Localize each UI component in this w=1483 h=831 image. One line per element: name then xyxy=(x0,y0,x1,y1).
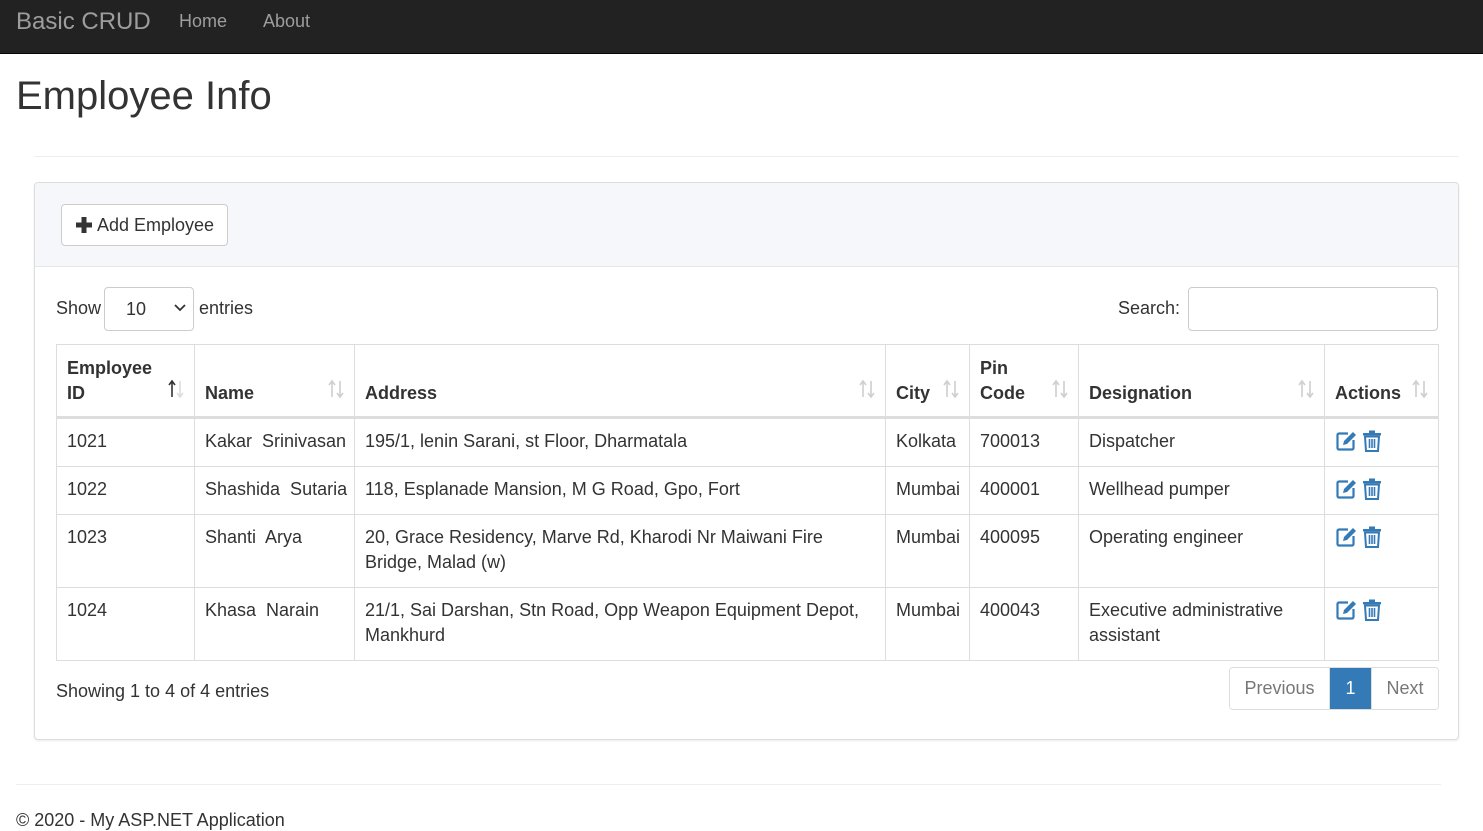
name-cell: Khasa Narain xyxy=(194,587,355,661)
navbar: Basic CRUD Home About xyxy=(0,0,1483,54)
column-header-city[interactable]: City xyxy=(885,344,970,419)
column-header-label: Name xyxy=(205,383,255,403)
chevron-down-icon xyxy=(174,304,186,312)
next-page-button[interactable]: Next xyxy=(1371,668,1438,709)
column-header-employee-id[interactable]: Employee ID xyxy=(56,344,195,419)
table-info-text: Showing 1 to 4 of 4 entries xyxy=(56,681,270,701)
entries-label: entries xyxy=(199,298,254,318)
column-header-label: Actions xyxy=(1335,383,1402,403)
employee-id-cell: 1021 xyxy=(56,417,195,467)
name-cell: Shanti Arya xyxy=(194,514,355,588)
employee-table: Employee ID Name Address City Pin Code D… xyxy=(56,344,1439,661)
edit-icon[interactable] xyxy=(1335,526,1357,548)
actions-cell xyxy=(1324,466,1439,515)
employee-id-cell: 1022 xyxy=(56,466,195,515)
column-header-label: Address xyxy=(365,383,438,403)
address-cell: 118, Esplanade Mansion, M G Road, Gpo, F… xyxy=(354,466,886,515)
search-input[interactable] xyxy=(1188,287,1438,331)
column-header-name[interactable]: Name xyxy=(194,344,355,419)
designation-cell: Executive administrative assistant xyxy=(1078,587,1325,661)
column-header-label: City xyxy=(896,383,931,403)
actions-cell xyxy=(1324,514,1439,588)
city-cell: Mumbai xyxy=(885,514,970,588)
entries-per-page-select[interactable]: 10 xyxy=(104,287,194,331)
sort-icon xyxy=(1298,379,1314,399)
nav-link-home[interactable]: Home xyxy=(179,11,227,32)
sort-icon xyxy=(1052,379,1068,399)
column-header-pin-code[interactable]: Pin Code xyxy=(969,344,1079,419)
previous-page-button[interactable]: Previous xyxy=(1230,668,1330,709)
trash-icon[interactable] xyxy=(1361,430,1383,452)
page-title: Employee Info xyxy=(16,74,272,118)
city-cell: Kolkata xyxy=(885,417,970,467)
designation-cell: Wellhead pumper xyxy=(1078,466,1325,515)
show-label: Show xyxy=(56,298,102,318)
table-row: 1024 Khasa Narain 21/1, Sai Darshan, Stn… xyxy=(56,587,1439,661)
footer-divider xyxy=(16,784,1441,785)
table-row: 1021 Kakar Srinivasan 195/1, lenin Saran… xyxy=(56,417,1439,467)
entries-per-page-value: 10 xyxy=(126,299,147,319)
divider xyxy=(34,156,1459,157)
page-1-button[interactable]: 1 xyxy=(1330,668,1371,709)
pin-code-cell: 400043 xyxy=(969,587,1079,661)
column-header-actions[interactable]: Actions xyxy=(1324,344,1439,419)
plus-icon xyxy=(75,217,92,233)
nav-link-about[interactable]: About xyxy=(263,11,310,32)
brand-link[interactable]: Basic CRUD xyxy=(16,8,151,36)
column-header-label: Employee ID xyxy=(67,358,153,403)
pin-code-cell: 400001 xyxy=(969,466,1079,515)
column-header-label: Designation xyxy=(1089,383,1193,403)
edit-icon[interactable] xyxy=(1335,599,1357,621)
actions-cell xyxy=(1324,587,1439,661)
column-header-label: Pin Code xyxy=(980,358,1025,403)
add-employee-label: Add Employee xyxy=(96,214,215,235)
designation-cell: Dispatcher xyxy=(1078,417,1325,467)
edit-icon[interactable] xyxy=(1335,478,1357,500)
employee-panel: Add Employee Show 10 entries Search: Emp… xyxy=(34,182,1459,740)
pin-code-cell: 400095 xyxy=(969,514,1079,588)
trash-icon[interactable] xyxy=(1361,599,1383,621)
table-row: 1023 Shanti Arya 20, Grace Residency, Ma… xyxy=(56,514,1439,588)
sort-icon xyxy=(943,379,959,399)
name-cell: Kakar Srinivasan xyxy=(194,417,355,467)
add-employee-button[interactable]: Add Employee xyxy=(61,204,228,246)
employee-id-cell: 1024 xyxy=(56,587,195,661)
actions-cell xyxy=(1324,417,1439,467)
table-header-row: Employee ID Name Address City Pin Code D… xyxy=(56,344,1439,419)
address-cell: 21/1, Sai Darshan, Stn Road, Opp Weapon … xyxy=(354,587,886,661)
designation-cell: Operating engineer xyxy=(1078,514,1325,588)
column-header-designation[interactable]: Designation xyxy=(1078,344,1325,419)
column-header-address[interactable]: Address xyxy=(354,344,886,419)
address-cell: 20, Grace Residency, Marve Rd, Kharodi N… xyxy=(354,514,886,588)
employee-id-cell: 1023 xyxy=(56,514,195,588)
trash-icon[interactable] xyxy=(1361,478,1383,500)
table-row: 1022 Shashida Sutaria 118, Esplanade Man… xyxy=(56,466,1439,515)
sort-ascending-icon xyxy=(168,379,184,399)
sort-icon xyxy=(1412,379,1428,399)
edit-icon[interactable] xyxy=(1335,430,1357,452)
sort-icon xyxy=(859,379,875,399)
name-cell: Shashida Sutaria xyxy=(194,466,355,515)
trash-icon[interactable] xyxy=(1361,526,1383,548)
address-cell: 195/1, lenin Sarani, st Floor, Dharmatal… xyxy=(354,417,886,467)
sort-icon xyxy=(328,379,344,399)
pagination: Previous 1 Next xyxy=(1229,667,1439,710)
city-cell: Mumbai xyxy=(885,587,970,661)
pin-code-cell: 700013 xyxy=(969,417,1079,467)
panel-heading: Add Employee xyxy=(35,183,1458,267)
search-label: Search: xyxy=(1118,298,1181,318)
city-cell: Mumbai xyxy=(885,466,970,515)
